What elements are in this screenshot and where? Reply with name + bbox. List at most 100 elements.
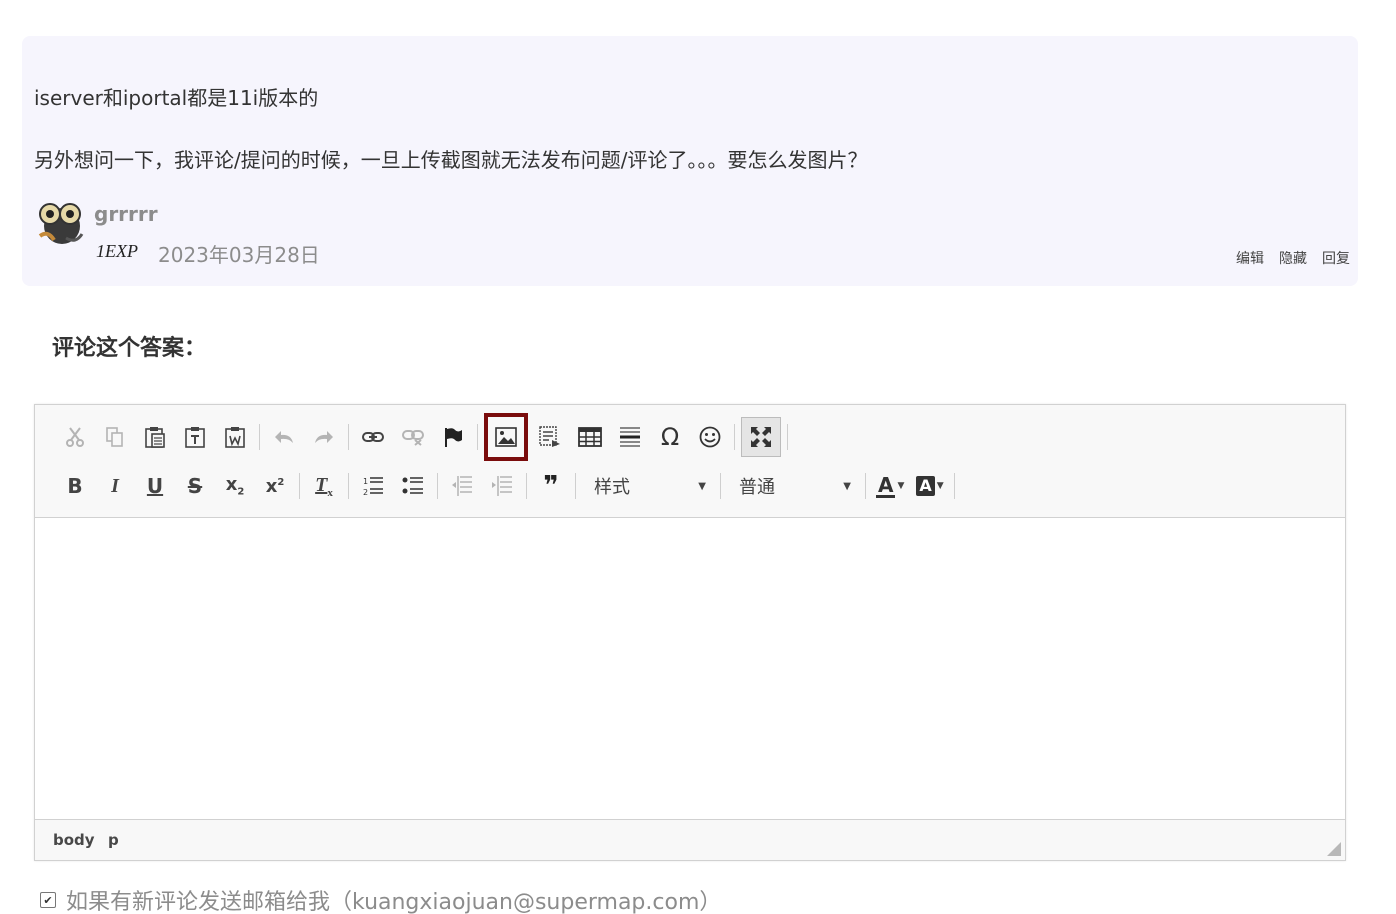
paste-word-icon <box>225 427 245 448</box>
smiley-button[interactable] <box>692 419 728 455</box>
copy-icon <box>106 427 123 447</box>
blockquote-button[interactable]: ❞ <box>533 468 569 504</box>
strikethrough-button[interactable]: S <box>177 468 213 504</box>
elements-path-p[interactable]: p <box>108 831 119 849</box>
paste-text-button[interactable] <box>177 419 213 455</box>
username[interactable]: grrrrr <box>94 202 158 226</box>
editor-toolbar: Ω B I U S x2 x2 Tx 1 2 ❞ 样式 ▼ 普通 ▼ A ▼ A… <box>35 405 1345 518</box>
toolbar-separator <box>348 473 349 499</box>
italic-icon: I <box>111 474 119 497</box>
cut-icon <box>66 427 84 447</box>
subscribe-label[interactable]: 如果有新评论发送邮箱给我（kuangxiaojuan@supermap.com） <box>66 884 721 914</box>
toolbar-row-1: Ω <box>55 413 792 461</box>
numbered-list-icon: 12 <box>363 477 383 497</box>
bold-icon: B <box>67 474 83 498</box>
bulleted-list-button[interactable] <box>395 468 431 504</box>
paste-icon <box>145 427 165 448</box>
background-color-icon: A <box>916 476 935 496</box>
resize-grip-icon[interactable] <box>1327 842 1341 856</box>
exp-badge: 1EXP <box>96 241 138 261</box>
redo-icon <box>315 431 333 443</box>
background-color-button[interactable]: A ▼ <box>910 468 949 504</box>
numbered-list-button[interactable]: 12 <box>355 468 391 504</box>
blockquote-icon: ❞ <box>543 471 559 501</box>
anchor-button[interactable] <box>435 419 471 455</box>
subscript-icon: x2 <box>225 474 245 498</box>
special-char-button[interactable]: Ω <box>652 419 688 455</box>
underline-button[interactable]: U <box>137 468 173 504</box>
table-button[interactable] <box>572 419 608 455</box>
toolbar-separator <box>575 473 576 499</box>
section-heading: 评论这个答案： <box>52 336 207 361</box>
link-button[interactable] <box>355 419 391 455</box>
rich-text-editor: Ω B I U S x2 x2 Tx 1 2 ❞ 样式 ▼ 普通 ▼ A ▼ A… <box>34 404 1346 861</box>
smiley-icon <box>699 426 721 448</box>
toolbar-separator <box>734 424 735 450</box>
chevron-down-icon: ▼ <box>897 481 905 491</box>
text-color-button[interactable]: A ▼ <box>870 468 910 504</box>
toolbar-separator <box>477 424 478 450</box>
outdent-icon <box>452 476 472 496</box>
edit-link[interactable]: 编辑 <box>1236 248 1264 268</box>
redo-button[interactable] <box>306 419 342 455</box>
toolbar-separator <box>348 424 349 450</box>
indent-icon <box>492 476 512 496</box>
omega-icon: Ω <box>660 423 680 451</box>
chevron-down-icon: ▼ <box>698 480 706 492</box>
comment-text-line-2: 另外想问一下，我评论/提问的时候，一旦上传截图就无法发布问题/评论了。。。要怎么… <box>34 148 868 172</box>
reply-link[interactable]: 回复 <box>1322 248 1350 268</box>
image-button[interactable] <box>484 413 528 461</box>
comment-text-line-1: iserver和iportal都是11i版本的 <box>34 86 319 110</box>
remove-format-icon: Tx <box>315 473 333 499</box>
unlink-button[interactable] <box>395 419 431 455</box>
subscribe-checkbox[interactable]: ✔ <box>40 892 56 908</box>
horizontal-rule-button[interactable] <box>612 419 648 455</box>
maximize-button[interactable] <box>741 417 781 457</box>
anchor-flag-icon <box>445 428 462 447</box>
toolbar-separator <box>437 473 438 499</box>
horizontal-rule-icon <box>620 427 640 447</box>
paste-word-button[interactable] <box>217 419 253 455</box>
comment-card: iserver和iportal都是11i版本的 另外想问一下，我评论/提问的时候… <box>22 36 1358 286</box>
editor-status-bar: body p <box>35 819 1345 860</box>
italic-button[interactable]: I <box>97 468 133 504</box>
outdent-button[interactable] <box>444 468 480 504</box>
indent-button[interactable] <box>484 468 520 504</box>
toolbar-separator <box>299 473 300 499</box>
toolbar-separator <box>787 424 788 450</box>
undo-button[interactable] <box>266 419 302 455</box>
hide-link[interactable]: 隐藏 <box>1279 248 1307 268</box>
subscript-button[interactable]: x2 <box>217 468 253 504</box>
text-color-icon: A <box>876 472 896 498</box>
toolbar-row-2: B I U S x2 x2 Tx 1 2 ❞ 样式 ▼ 普通 ▼ A ▼ A ▼ <box>55 466 959 506</box>
undo-icon <box>275 431 293 443</box>
toolbar-separator <box>259 424 260 450</box>
link-icon <box>362 432 384 442</box>
remove-format-button[interactable]: Tx <box>306 468 342 504</box>
paste-button[interactable] <box>137 419 173 455</box>
strikethrough-icon: S <box>187 474 203 498</box>
avatar[interactable] <box>36 196 88 248</box>
editor-content-area[interactable] <box>35 518 1345 818</box>
toolbar-separator <box>865 473 866 499</box>
chevron-down-icon: ▼ <box>843 480 851 492</box>
superscript-button[interactable]: x2 <box>257 468 293 504</box>
styles-combo[interactable]: 样式 ▼ <box>580 468 716 504</box>
maximize-icon <box>751 427 771 447</box>
comment-date: 2023年03月28日 <box>158 243 320 267</box>
flash-icon <box>539 426 560 447</box>
cut-button[interactable] <box>57 419 93 455</box>
bold-button[interactable]: B <box>57 468 93 504</box>
format-combo-label: 普通 <box>739 477 775 498</box>
superscript-icon: x2 <box>265 475 285 497</box>
subscribe-option: ✔ 如果有新评论发送邮箱给我（kuangxiaojuan@supermap.co… <box>40 884 721 914</box>
paste-text-icon <box>185 427 205 448</box>
table-icon <box>578 427 602 447</box>
format-combo[interactable]: 普通 ▼ <box>725 468 861 504</box>
copy-button[interactable] <box>97 419 133 455</box>
elements-path-body[interactable]: body <box>53 831 95 849</box>
comment-actions: 编辑 隐藏 回复 <box>1236 248 1350 268</box>
flash-button[interactable] <box>532 419 568 455</box>
svg-text:1: 1 <box>363 477 368 486</box>
unlink-icon <box>402 430 424 446</box>
